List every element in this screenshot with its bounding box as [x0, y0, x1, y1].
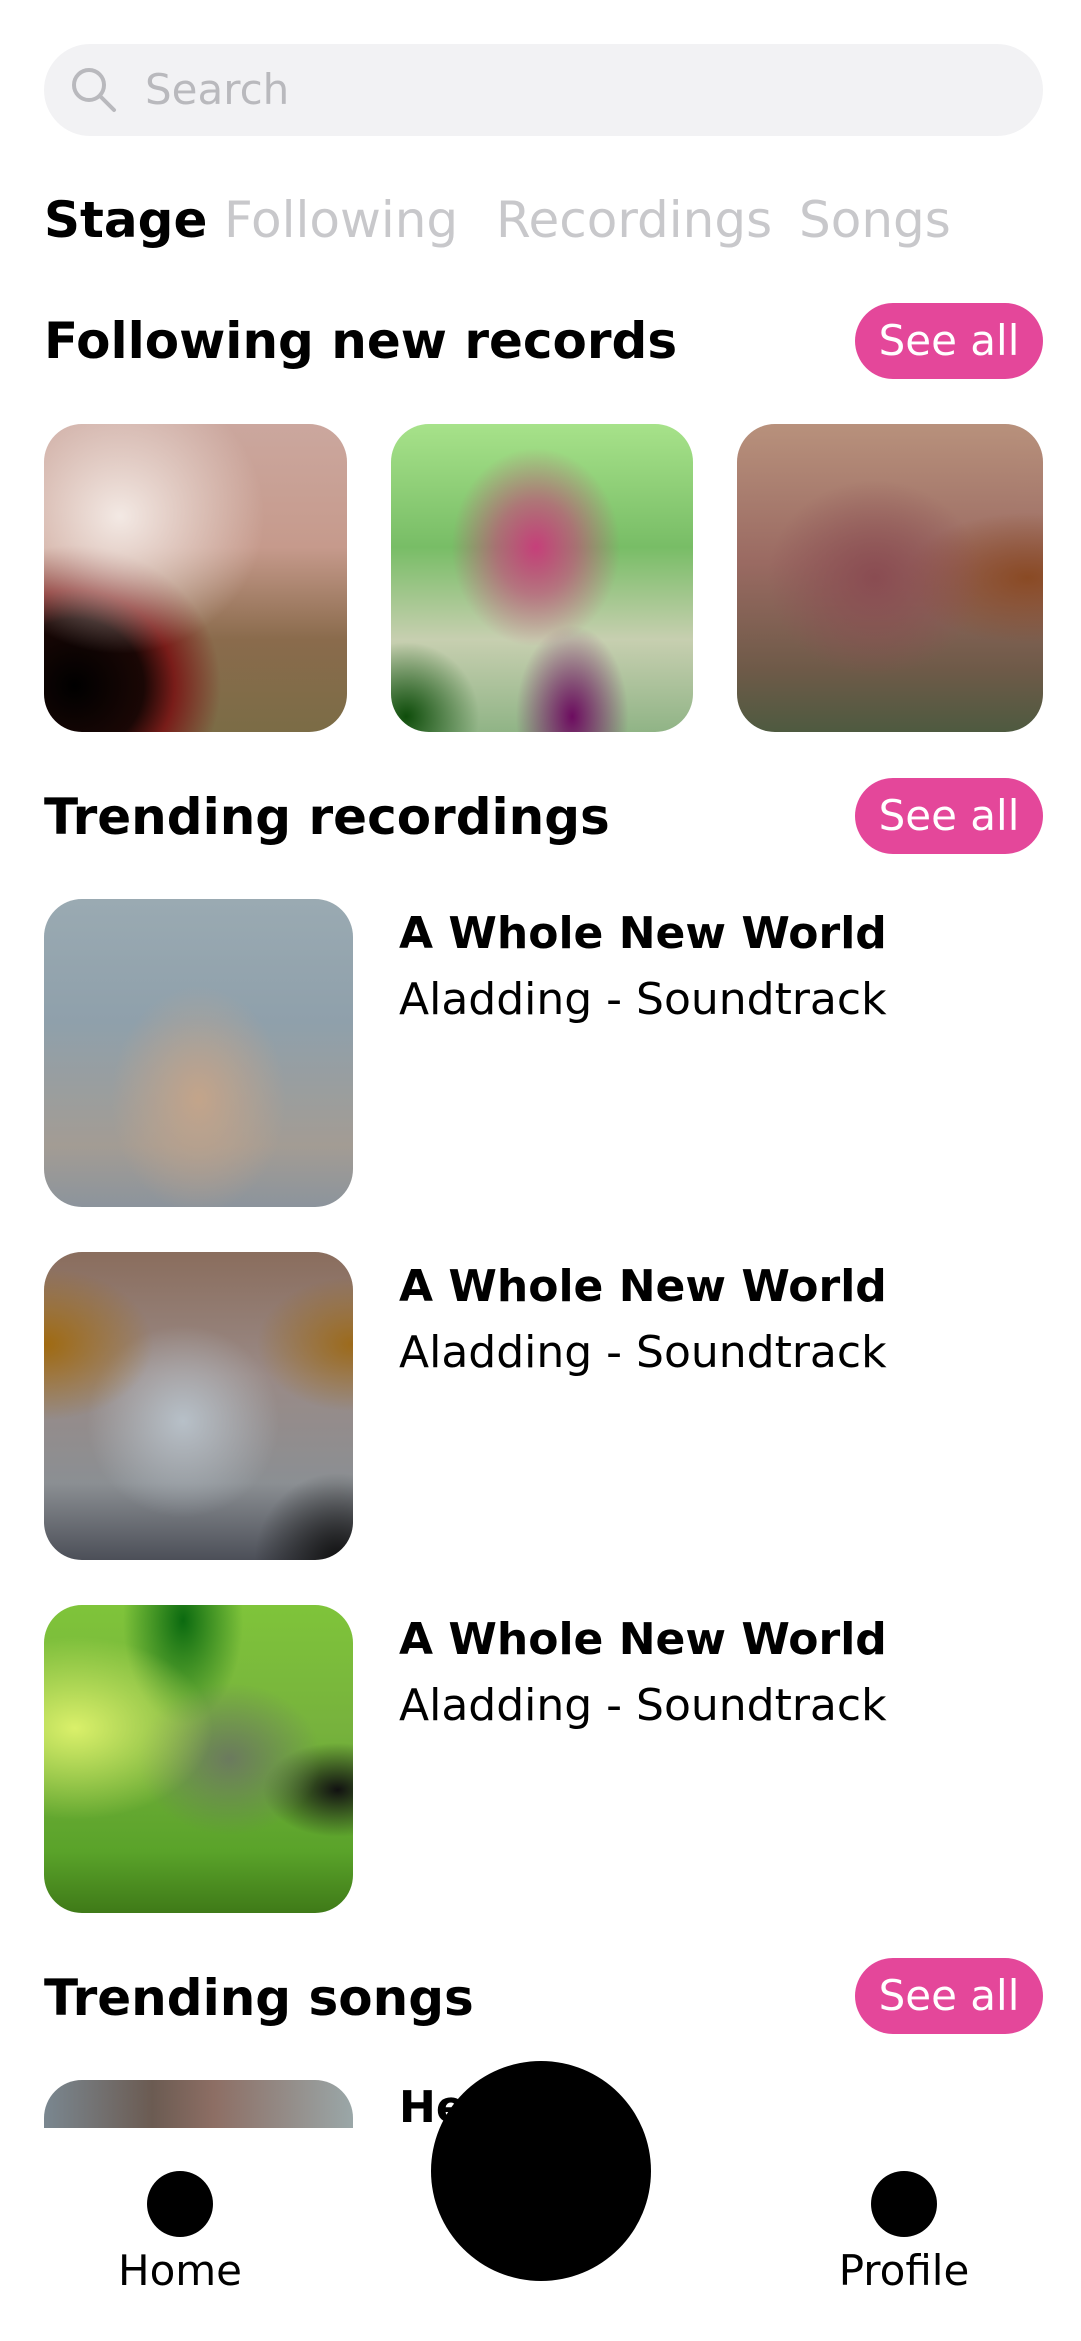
- tab-recordings[interactable]: Recordings: [496, 190, 772, 250]
- following-record-thumbnail[interactable]: [391, 424, 693, 732]
- nav-home-label[interactable]: Home: [100, 2246, 260, 2296]
- following-record-thumbnail[interactable]: [737, 424, 1043, 732]
- profile-icon[interactable]: [871, 2171, 937, 2237]
- search-input[interactable]: Search: [145, 68, 289, 112]
- tab-following[interactable]: Following: [224, 190, 458, 250]
- home-icon[interactable]: [147, 2171, 213, 2237]
- recording-title: A Whole New World: [399, 1261, 887, 1312]
- see-all-recordings-button[interactable]: See all: [855, 778, 1043, 854]
- nav-profile-label[interactable]: Profile: [814, 2246, 994, 2296]
- record-button[interactable]: [431, 2061, 651, 2281]
- see-all-following-button[interactable]: See all: [855, 303, 1043, 379]
- search-bar[interactable]: Search: [44, 44, 1043, 136]
- following-record-thumbnail[interactable]: [44, 424, 347, 732]
- recording-subtitle: Aladding - Soundtrack: [399, 1327, 887, 1378]
- recording-thumbnail[interactable]: [44, 899, 353, 1207]
- recording-thumbnail[interactable]: [44, 1252, 353, 1560]
- recording-thumbnail[interactable]: [44, 1605, 353, 1913]
- tab-songs[interactable]: Songs: [799, 190, 951, 250]
- section-title-following: Following new records: [44, 312, 678, 370]
- recording-subtitle: Aladding - Soundtrack: [399, 974, 887, 1025]
- song-thumbnail[interactable]: [44, 2080, 353, 2128]
- recording-title: A Whole New World: [399, 908, 887, 959]
- recording-title: A Whole New World: [399, 1614, 887, 1665]
- search-icon: [72, 68, 116, 112]
- tab-stage[interactable]: Stage: [44, 190, 207, 250]
- section-title-trending-recordings: Trending recordings: [44, 788, 610, 846]
- recording-subtitle: Aladding - Soundtrack: [399, 1680, 887, 1731]
